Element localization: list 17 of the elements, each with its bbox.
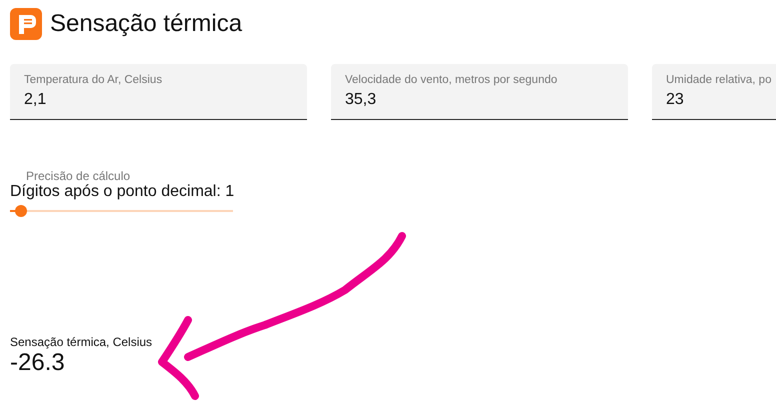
slider-label: Dígitos após o ponto decimal: 1 [10, 182, 236, 202]
input-field[interactable]: Umidade relativa, po 23 [652, 64, 776, 120]
slider-caption: Precisão de cálculo [25, 170, 132, 182]
result-label: Sensação térmica, Celsius [10, 335, 154, 349]
logo-icon [10, 8, 42, 40]
slider-track[interactable] [10, 205, 233, 217]
result-value: -26.3 [10, 349, 66, 377]
page-title: Sensação térmica [50, 12, 242, 36]
field-value: 23 [666, 90, 685, 110]
field-value: 35,3 [345, 90, 378, 110]
field-label: Velocidade do vento, metros por segundo [345, 73, 558, 88]
slider-thumb[interactable] [15, 205, 28, 217]
input-field[interactable]: Temperatura do Ar, Celsius 2,1 [10, 64, 307, 120]
field-label: Umidade relativa, po [666, 73, 772, 88]
field-label: Temperatura do Ar, Celsius [24, 73, 164, 88]
input-field[interactable]: Velocidade do vento, metros por segundo 35,3 [331, 64, 628, 120]
field-value: 2,1 [24, 90, 48, 110]
